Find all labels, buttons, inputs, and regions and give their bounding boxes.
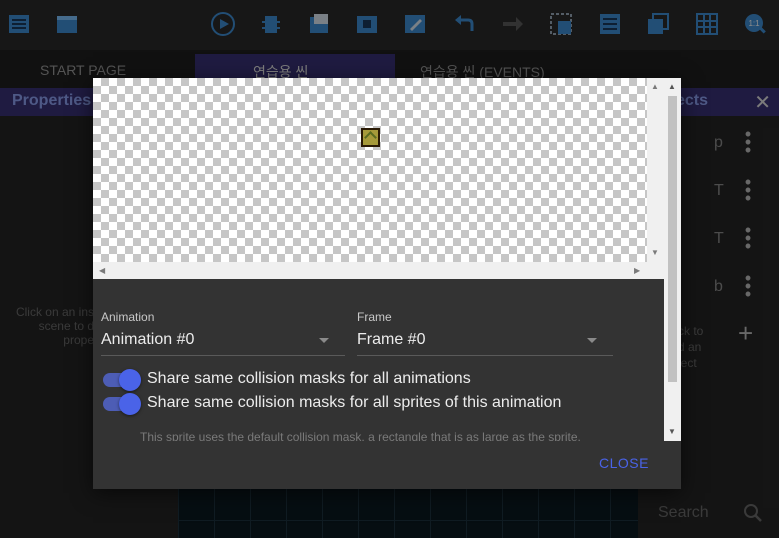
collision-info-text: This sprite uses the default collision m… [140,430,581,441]
dialog-actions: CLOSE [93,441,681,489]
share-masks-sprites-toggle[interactable]: Share same collision masks for all sprit… [103,392,603,415]
animation-value: Animation #0 [101,331,195,348]
toggle-thumb [119,369,141,391]
animation-select[interactable]: Animation #0 [101,328,345,356]
toggle-label: Share same collision masks for all anima… [147,370,471,387]
toggle-label: Share same collision masks for all sprit… [147,394,562,411]
scroll-down-icon[interactable]: ▼ [651,248,659,257]
preview-vertical-scrollbar[interactable]: ▲ ▼ [647,78,664,262]
chevron-down-icon [319,338,329,343]
frame-select[interactable]: Frame #0 [357,328,613,356]
scroll-up-icon[interactable]: ▲ [651,82,659,91]
close-button[interactable]: CLOSE [599,455,649,471]
scroll-down-icon[interactable]: ▼ [668,427,676,436]
collision-mask-dialog: ▲ ▼ ◀ ▶ Animation Animation #0 Frame Fra… [93,78,681,489]
toggle-thumb [119,393,141,415]
preview-horizontal-scrollbar[interactable]: ◀ ▶ [93,262,647,279]
share-masks-animations-toggle[interactable]: Share same collision masks for all anima… [103,368,603,391]
scrollbar-thumb[interactable] [668,96,677,382]
sprite-preview: ▲ ▼ ◀ ▶ [93,78,664,279]
frame-label: Frame [357,310,392,324]
scroll-left-icon[interactable]: ◀ [99,266,105,275]
chevron-down-icon [587,338,597,343]
frame-value: Frame #0 [357,331,426,348]
dialog-content: ▲ ▼ ◀ ▶ Animation Animation #0 Frame Fra… [93,78,681,441]
dialog-vertical-scrollbar[interactable]: ▲ ▼ [664,78,681,441]
transparency-checkerboard [93,78,647,262]
scroll-right-icon[interactable]: ▶ [634,266,640,275]
scroll-up-icon[interactable]: ▲ [668,82,676,91]
sprite-mark [364,131,377,144]
animation-label: Animation [101,310,155,324]
sprite-image[interactable] [361,128,380,147]
